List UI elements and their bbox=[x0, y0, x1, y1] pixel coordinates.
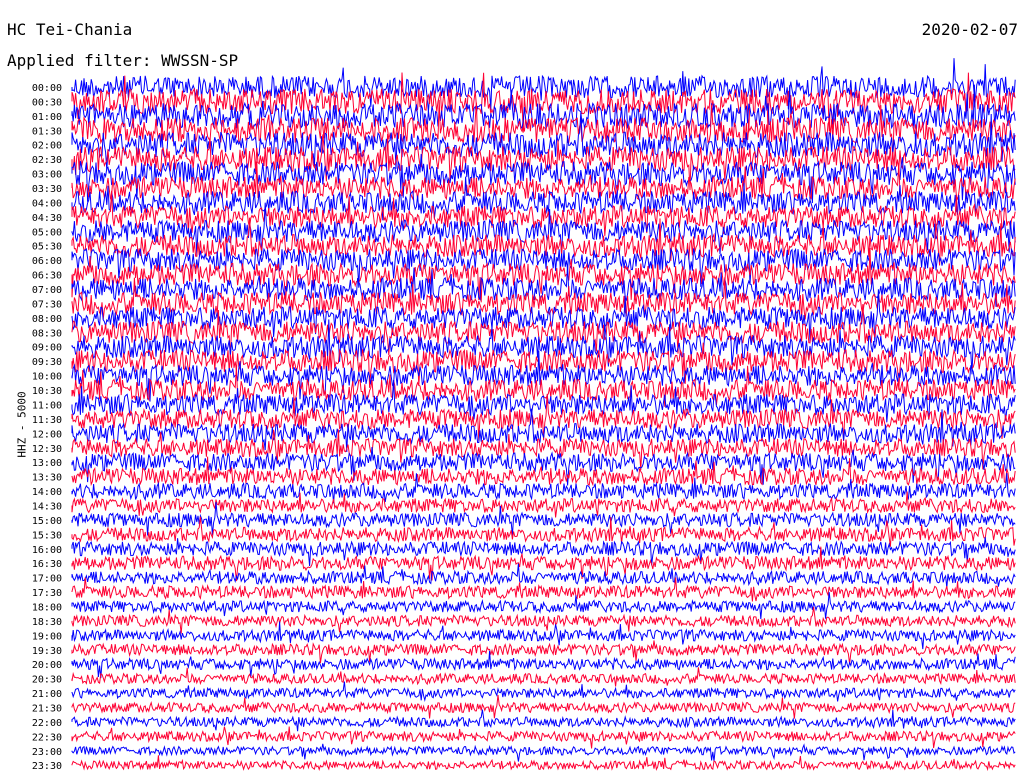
seismic-traces bbox=[71, 58, 1016, 772]
time-label: 04:00 bbox=[32, 198, 62, 209]
trace-row-2230 bbox=[71, 726, 1016, 749]
time-label: 06:00 bbox=[32, 256, 62, 267]
time-label: 23:00 bbox=[32, 747, 62, 758]
trace-row-2200 bbox=[71, 709, 1016, 732]
time-label: 02:30 bbox=[32, 155, 62, 166]
channel-label: HHZ - 5000 bbox=[15, 391, 29, 458]
time-label: 06:30 bbox=[32, 271, 62, 282]
time-label: 16:30 bbox=[32, 559, 62, 570]
trace-row-1700 bbox=[71, 563, 1016, 588]
time-label: 04:30 bbox=[32, 213, 62, 224]
time-label: 17:00 bbox=[32, 574, 62, 585]
time-label: 11:30 bbox=[32, 415, 62, 426]
time-label: 10:00 bbox=[32, 372, 62, 383]
time-label: 15:30 bbox=[32, 530, 62, 541]
time-label: 00:00 bbox=[32, 83, 62, 94]
time-label: 16:00 bbox=[32, 545, 62, 556]
time-label: 13:00 bbox=[32, 458, 62, 469]
trace-row-1730 bbox=[71, 577, 1016, 602]
time-label: 09:30 bbox=[32, 357, 62, 368]
time-label: 03:30 bbox=[32, 184, 62, 195]
date-label: 2020-02-07 bbox=[921, 20, 1018, 39]
time-label: 00:30 bbox=[32, 97, 62, 108]
time-label: 18:00 bbox=[32, 603, 62, 614]
trace-row-2030 bbox=[71, 667, 1016, 687]
time-label: 21:00 bbox=[32, 689, 62, 700]
time-label: 13:30 bbox=[32, 473, 62, 484]
time-label: 05:30 bbox=[32, 242, 62, 253]
time-label: 11:00 bbox=[32, 401, 62, 412]
trace-row-0400 bbox=[71, 176, 1016, 221]
time-label: 01:30 bbox=[32, 126, 62, 137]
time-label: 07:00 bbox=[32, 285, 62, 296]
time-label: 22:30 bbox=[32, 732, 62, 743]
trace-row-2100 bbox=[71, 681, 1016, 702]
helicorder-plot: 00:00 00:30 01:00 01:30 02:00 02:30 03:00 03:30… bbox=[32, 58, 1016, 772]
time-label: 22:00 bbox=[32, 718, 62, 729]
trace-row-2330 bbox=[71, 755, 1016, 772]
time-label: 01:00 bbox=[32, 112, 62, 123]
time-label: 20:00 bbox=[32, 660, 62, 671]
time-label: 12:00 bbox=[32, 429, 62, 440]
time-label: 08:00 bbox=[32, 314, 62, 325]
time-label: 20:30 bbox=[32, 675, 62, 686]
time-label: 05:00 bbox=[32, 227, 62, 238]
time-label: 18:30 bbox=[32, 617, 62, 628]
trace-row-2130 bbox=[71, 694, 1016, 719]
trace-row-0130 bbox=[71, 99, 1016, 159]
time-label: 02:00 bbox=[32, 141, 62, 152]
trace-row-2300 bbox=[71, 743, 1016, 762]
time-label: 12:30 bbox=[32, 444, 62, 455]
time-label: 17:30 bbox=[32, 588, 62, 599]
time-label: 14:30 bbox=[32, 502, 62, 513]
time-label: 21:30 bbox=[32, 704, 62, 715]
trace-row-1830 bbox=[71, 606, 1016, 634]
time-label: 08:30 bbox=[32, 328, 62, 339]
time-label: 03:00 bbox=[32, 170, 62, 181]
trace-row-2000 bbox=[71, 650, 1016, 679]
time-labels: 00:00 00:30 01:00 01:30 02:00 02:30 03:00 03:30… bbox=[32, 83, 62, 772]
time-label: 09:00 bbox=[32, 343, 62, 354]
time-label: 19:30 bbox=[32, 646, 62, 657]
time-label: 14:00 bbox=[32, 487, 62, 498]
trace-row-1430 bbox=[71, 491, 1016, 518]
filter-label: Applied filter: WWSSN-SP bbox=[7, 51, 239, 70]
time-label: 10:30 bbox=[32, 386, 62, 397]
station-title: HC Tei-Chania bbox=[7, 20, 133, 39]
time-label: 15:00 bbox=[32, 516, 62, 527]
time-label: 23:30 bbox=[32, 761, 62, 772]
time-label: 07:30 bbox=[32, 299, 62, 310]
trace-row-1030 bbox=[71, 365, 1016, 407]
trace-row-1800 bbox=[71, 592, 1016, 620]
time-label: 19:00 bbox=[32, 631, 62, 642]
